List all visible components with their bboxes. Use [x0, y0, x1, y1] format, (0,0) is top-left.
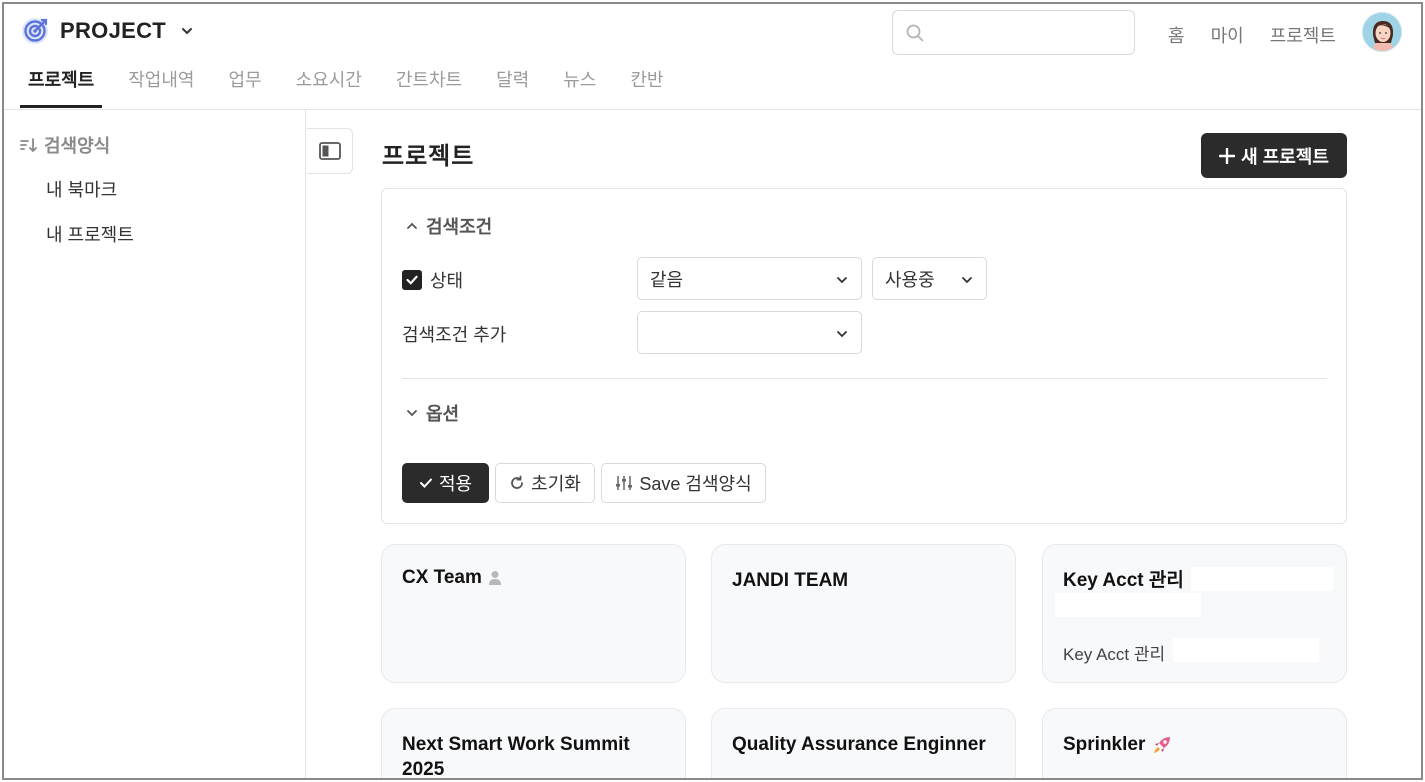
- chevron-down-icon: [182, 28, 193, 35]
- chevron-down-icon: [837, 277, 847, 284]
- refresh-icon: [511, 475, 524, 489]
- save-search-label: Save 검색양식: [639, 474, 752, 494]
- reset-label: 초기화: [531, 474, 581, 494]
- user-icon: [488, 570, 501, 585]
- new-project-label: 새 프로젝트: [1241, 146, 1329, 167]
- status-filter-row: 상태: [402, 267, 463, 293]
- search-input[interactable]: [933, 19, 1123, 47]
- card-title: Key Acct 관리: [1063, 570, 1184, 591]
- project-card[interactable]: Key Acct 관리 Key Acct 관리: [1042, 544, 1347, 683]
- sidebar: 검색양식 내 북마크 내 프로젝트: [4, 110, 306, 778]
- status-value: 사용중: [885, 269, 935, 290]
- redacted-area: [1191, 567, 1333, 591]
- project-card[interactable]: Quality Assurance Enginner: [711, 708, 1016, 778]
- card-title: Quality Assurance Enginner: [732, 734, 986, 755]
- chevron-down-icon: [962, 277, 972, 284]
- card-title-row: Sprinkler: [1063, 732, 1173, 757]
- operator-value: 같음: [650, 269, 684, 290]
- tab-gantt[interactable]: 간트차트: [388, 66, 470, 108]
- filter-panel: 검색조건 상태 같음 사용중 검색조건 추가 옵션 적용 초기화 Save 검색…: [381, 188, 1347, 524]
- redacted-area: [1055, 593, 1201, 617]
- project-card[interactable]: JANDI TEAM: [711, 544, 1016, 683]
- card-title-row: Next Smart Work Summit 2025: [402, 732, 667, 780]
- sidebar-item-my-projects[interactable]: 내 프로젝트: [46, 221, 134, 247]
- operator-select[interactable]: 같음: [637, 257, 862, 300]
- saved-search-title: 검색양식: [44, 136, 111, 156]
- card-title: JANDI TEAM: [732, 570, 849, 591]
- tab-kanban[interactable]: 칸반: [622, 66, 671, 108]
- filter-section-toggle[interactable]: 검색조건: [406, 213, 492, 239]
- checkmark-icon: [406, 275, 418, 285]
- nav-my-link[interactable]: 마이: [1211, 22, 1244, 48]
- app-window: PROJECT 홈 마이 프로젝트 프로젝트 작업내역 업무 소요시간 간트차트…: [2, 2, 1423, 780]
- options-section-title: 옵션: [426, 404, 460, 424]
- status-checkbox[interactable]: [402, 270, 422, 290]
- project-card[interactable]: CX Team: [381, 544, 686, 683]
- sidebar-toggle-button[interactable]: [307, 128, 353, 174]
- user-avatar[interactable]: [1362, 12, 1402, 52]
- top-nav: 홈 마이 프로젝트: [1168, 22, 1336, 48]
- top-header: PROJECT 홈 마이 프로젝트 프로젝트 작업내역 업무 소요시간 간트차트…: [4, 4, 1421, 110]
- sidebar-item-my-bookmarks[interactable]: 내 북마크: [46, 176, 117, 202]
- add-filter-select[interactable]: [637, 311, 862, 354]
- saved-search-header: 검색양식: [20, 132, 110, 158]
- card-title-row: Key Acct 관리: [1063, 568, 1184, 593]
- search-icon: [906, 24, 924, 42]
- card-title-row: JANDI TEAM: [732, 568, 848, 593]
- card-title: Next Smart Work Summit 2025: [402, 734, 630, 780]
- card-title-row: CX Team: [402, 565, 502, 590]
- page-title: 프로젝트: [382, 143, 475, 170]
- reset-button[interactable]: 초기화: [495, 463, 595, 503]
- project-card[interactable]: Next Smart Work Summit 2025: [381, 708, 686, 780]
- tab-tasks[interactable]: 업무: [221, 66, 270, 108]
- add-filter-label: 검색조건 추가: [402, 325, 507, 345]
- card-description: Key Acct 관리: [1063, 645, 1166, 664]
- card-title: Sprinkler: [1063, 734, 1146, 755]
- target-logo-icon: [22, 18, 48, 44]
- nav-project-link[interactable]: 프로젝트: [1270, 22, 1336, 48]
- avatar-image: [1363, 13, 1401, 51]
- sliders-icon: [616, 476, 633, 490]
- main-tabs: 프로젝트 작업내역 업무 소요시간 간트차트 달력 뉴스 칸반: [20, 66, 690, 108]
- brand-name: PROJECT: [60, 18, 167, 43]
- section-divider: [402, 378, 1327, 379]
- rocket-icon: [1154, 736, 1171, 753]
- tab-project[interactable]: 프로젝트: [20, 66, 103, 108]
- tab-work-history[interactable]: 작업내역: [120, 66, 202, 108]
- global-search[interactable]: [892, 10, 1135, 55]
- chevron-down-icon: [837, 331, 847, 338]
- plus-icon: [1219, 147, 1236, 164]
- save-search-button[interactable]: Save 검색양식: [601, 463, 766, 503]
- tab-time-spent[interactable]: 소요시간: [288, 66, 370, 108]
- chevron-up-icon: [407, 222, 417, 229]
- project-card[interactable]: Sprinkler: [1042, 708, 1347, 778]
- status-label: 상태: [430, 271, 464, 291]
- filter-section-title: 검색조건: [426, 217, 493, 237]
- redacted-area: [1173, 638, 1319, 662]
- chevron-down-icon: [407, 410, 417, 417]
- check-icon: [419, 478, 432, 488]
- status-value-select[interactable]: 사용중: [872, 257, 987, 300]
- card-title-row: Quality Assurance Enginner: [732, 732, 986, 757]
- apply-button[interactable]: 적용: [402, 463, 489, 503]
- sort-icon: [20, 138, 37, 153]
- new-project-button[interactable]: 새 프로젝트: [1201, 133, 1347, 178]
- tab-news[interactable]: 뉴스: [555, 66, 604, 108]
- tab-calendar[interactable]: 달력: [488, 66, 537, 108]
- apply-label: 적용: [438, 474, 473, 494]
- nav-home-link[interactable]: 홈: [1168, 22, 1185, 48]
- sidebar-panel-icon: [319, 142, 341, 160]
- options-section-toggle[interactable]: 옵션: [406, 400, 459, 426]
- project-switcher[interactable]: PROJECT: [20, 16, 194, 46]
- card-title: CX Team: [402, 567, 482, 588]
